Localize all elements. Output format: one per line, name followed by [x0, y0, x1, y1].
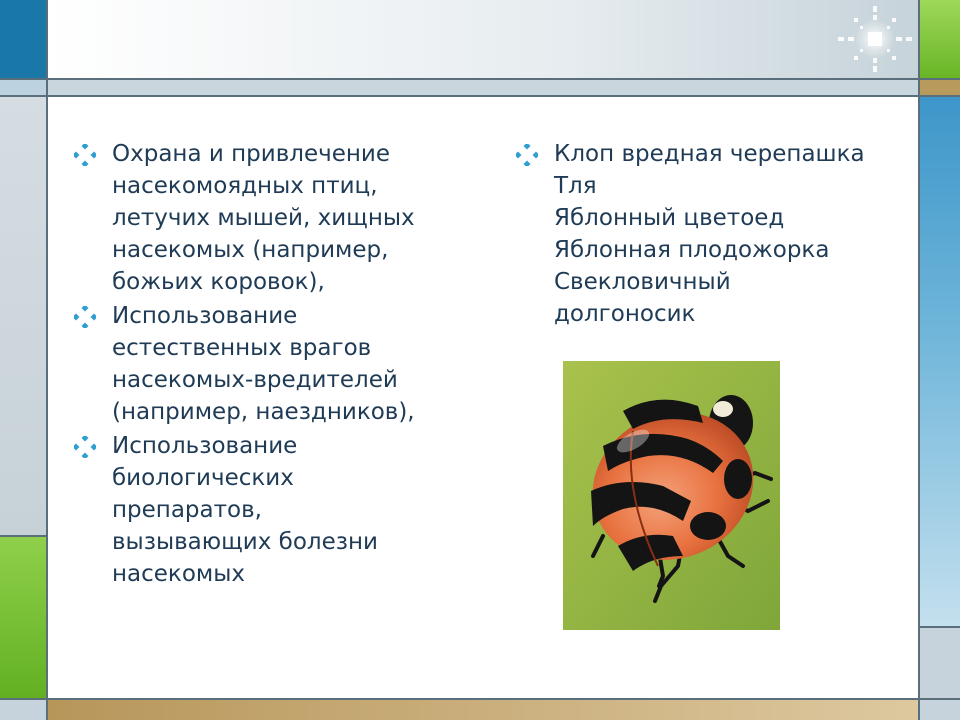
diamond-bullet-icon — [516, 144, 538, 166]
frame-block-left-top — [0, 0, 46, 78]
bullet-text-line: Яблонная плодожорка — [554, 237, 830, 263]
bullet-text-line: (например, наездников), — [112, 399, 415, 425]
frame-block-left-foot — [0, 700, 46, 720]
divider-line — [918, 626, 960, 628]
bullet-text-line: насекомых (например, — [112, 237, 389, 263]
right-text-column: Клоп вредная черепашка Тля Яблонный цветое… — [506, 138, 906, 332]
bottom-bar — [48, 700, 918, 720]
divider-line — [0, 535, 46, 537]
ladybug-photo — [563, 361, 780, 630]
divider-line — [0, 95, 960, 97]
divider-line — [918, 0, 920, 720]
bullet-item: Охрана и привлечение насекомоядных птиц, л… — [64, 138, 454, 298]
bullet-item: Клоп вредная черепашка Тля Яблонный цветое… — [506, 138, 906, 330]
frame-block-right-low — [920, 628, 960, 700]
bullet-text-line: Свекловичный — [554, 269, 731, 295]
bullet-text-line: биологических — [112, 465, 294, 491]
bullet-text-line: Тля — [554, 173, 597, 199]
divider-line — [0, 78, 960, 80]
bullet-text-line: Использование — [112, 433, 298, 459]
bullet-item: Использование биологических препаратов, выз… — [64, 430, 454, 590]
bullet-text-line: Охрана и привлечение — [112, 141, 390, 167]
left-text-column: Охрана и привлечение насекомоядных птиц, л… — [64, 138, 454, 592]
bullet-text-line: Яблонный цветоед — [554, 205, 785, 231]
frame-block-left-strip — [0, 78, 46, 96]
divider-line — [46, 0, 48, 720]
frame-block-left-middle — [0, 96, 46, 536]
diamond-bullet-icon — [74, 436, 96, 458]
bullet-text-line: насекомых — [112, 561, 246, 587]
bullet-text-line: долгоносик — [554, 301, 696, 327]
bullet-text-line: Использование — [112, 303, 298, 329]
divider-line — [0, 698, 960, 700]
frame-block-right-foot — [920, 700, 960, 720]
starburst-icon — [838, 6, 912, 72]
bullet-text-line: естественных врагов — [112, 335, 372, 361]
diamond-bullet-icon — [74, 306, 96, 328]
header-band — [48, 0, 918, 78]
frame-block-left-bottom — [0, 537, 46, 699]
bullet-item: Использование естественных врагов насекомы… — [64, 300, 454, 428]
bullet-text-line: божьих коровок), — [112, 269, 325, 295]
frame-block-right-tan — [920, 80, 960, 95]
bullet-text-line: насекомых-вредителей — [112, 367, 398, 393]
bullet-text-line: вызывающих болезни — [112, 529, 378, 555]
diamond-bullet-icon — [74, 144, 96, 166]
bullet-text-line: летучих мышей, хищных — [112, 205, 415, 231]
frame-block-right-middle — [920, 96, 960, 626]
bullet-text-line: Клоп вредная черепашка — [554, 141, 865, 167]
frame-block-right-top — [920, 0, 960, 78]
bullet-text-line: препаратов, — [112, 497, 262, 523]
header-strip — [48, 80, 918, 95]
bullet-text-line: насекомоядных птиц, — [112, 173, 378, 199]
